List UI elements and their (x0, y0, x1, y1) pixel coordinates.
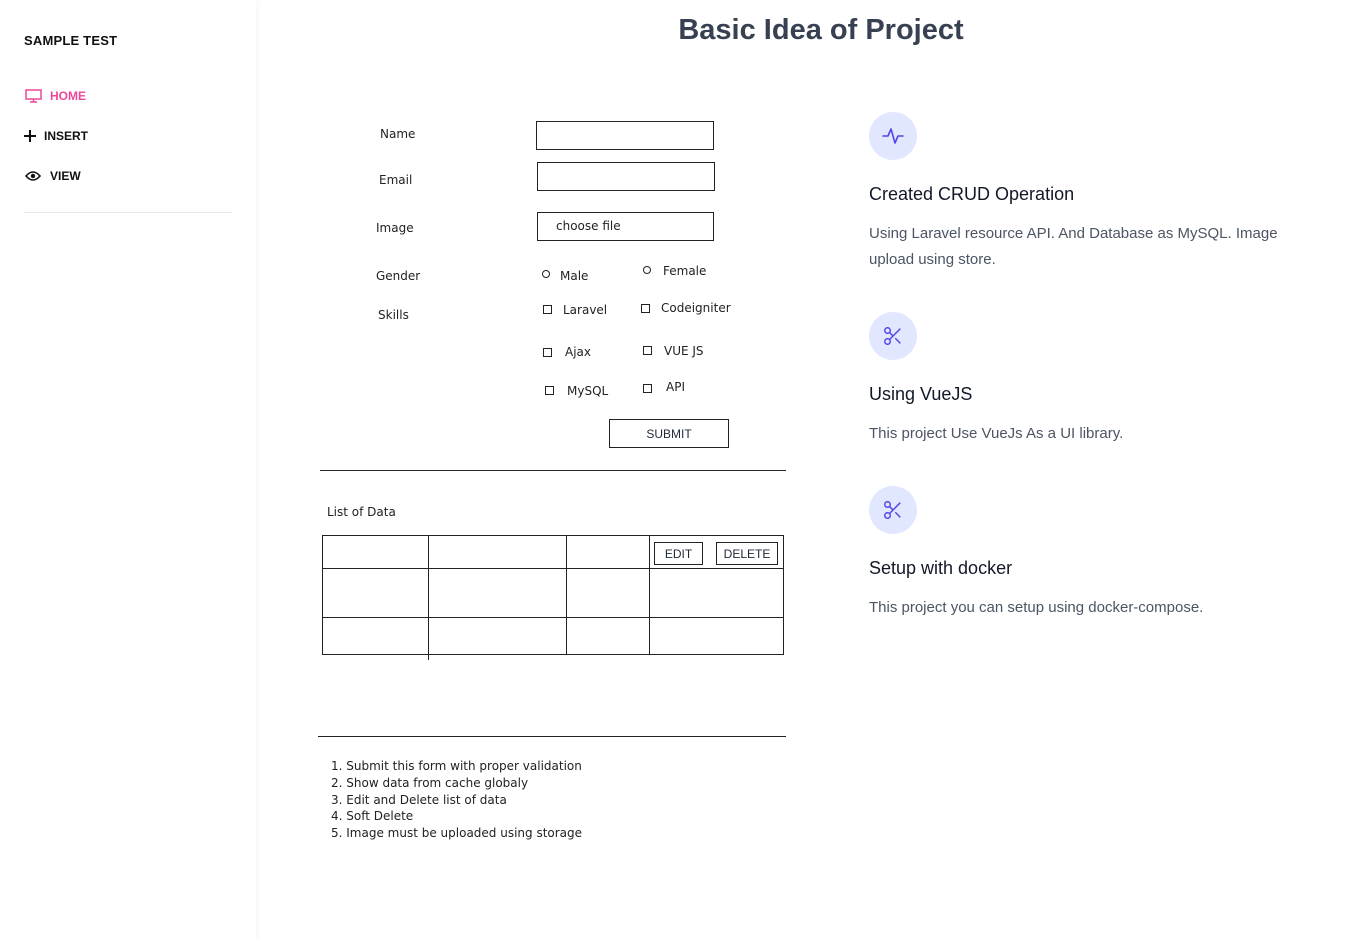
list-item: 2. Show data from cache globaly (331, 775, 529, 790)
feature-description: This project you can setup using docker-… (869, 599, 1204, 616)
skill-api: API (666, 380, 685, 394)
checkbox-icon (643, 346, 652, 355)
delete-button: DELETE (716, 542, 778, 565)
sidebar: SAMPLE TEST HOME INSERT VIEW (0, 0, 256, 940)
feature-description: This project Use VueJs As a UI library. (869, 425, 1124, 442)
radio-icon (643, 266, 651, 274)
sidebar-divider (24, 212, 232, 213)
activity-icon (869, 112, 917, 160)
plus-icon (24, 129, 36, 143)
skill-laravel: Laravel (563, 303, 608, 317)
feature-title: Using VueJS (869, 384, 973, 404)
list-item: 1. Submit this form with proper validati… (331, 759, 582, 773)
data-table (322, 535, 784, 655)
table-col-line (566, 535, 567, 655)
checkbox-icon (643, 384, 652, 393)
skill-ajax: Ajax (565, 345, 591, 359)
table-col-line (428, 535, 429, 660)
email-field (537, 162, 715, 191)
image-label: Image (376, 221, 414, 235)
list-item: 5. Image must be uploaded using storage (331, 826, 583, 841)
file-field: choose file (537, 212, 714, 241)
divider-line (320, 470, 786, 471)
checkbox-icon (545, 386, 554, 395)
checkbox-icon (641, 304, 650, 313)
gender-label: Gender (376, 269, 421, 283)
checkbox-icon (543, 348, 552, 357)
male-label: Male (560, 269, 589, 283)
table-row-line (322, 617, 784, 618)
name-label: Name (380, 127, 416, 141)
skill-codeigniter: Codeigniter (661, 301, 731, 315)
sidebar-item-home[interactable]: HOME (24, 89, 86, 103)
divider-line (318, 736, 786, 737)
scissors-icon (869, 312, 917, 360)
sidebar-item-label: HOME (50, 89, 86, 103)
list-item: 3. Edit and Delete list of data (331, 792, 507, 807)
list-title: List of Data (327, 505, 396, 519)
feature-title: Setup with docker (869, 558, 1013, 578)
feature-description: Using Laravel resource API. And Database… (869, 225, 1278, 268)
submit-button: SUBMIT (609, 419, 729, 448)
female-label: Female (663, 264, 707, 278)
skills-label: Skills (378, 308, 409, 322)
scissors-icon (869, 486, 917, 534)
list-item: 4. Soft Delete (331, 809, 414, 824)
checkbox-icon (543, 305, 552, 314)
table-row-line (322, 568, 784, 569)
skill-mysql: MySQL (567, 384, 609, 398)
sidebar-item-label: INSERT (44, 129, 89, 143)
sidebar-item-view[interactable]: VIEW (24, 169, 81, 183)
radio-icon (542, 270, 550, 278)
edit-button: EDIT (654, 542, 703, 565)
requirements-list: 1. Submit this form with proper validati… (331, 758, 582, 842)
monitor-icon (24, 89, 42, 103)
sidebar-item-label: VIEW (50, 169, 81, 183)
email-label: Email (379, 173, 413, 187)
skill-vuejs: VUE JS (664, 344, 704, 358)
feature-title: Created CRUD Operation (869, 184, 1075, 204)
brand-title: SAMPLE TEST (24, 33, 118, 48)
table-col-line (649, 535, 650, 655)
sidebar-item-insert[interactable]: INSERT (24, 129, 88, 143)
choose-file-label: choose file (556, 219, 621, 233)
name-field (536, 121, 714, 150)
page-title: Basic Idea of Project (678, 14, 964, 46)
eye-icon (24, 169, 42, 183)
